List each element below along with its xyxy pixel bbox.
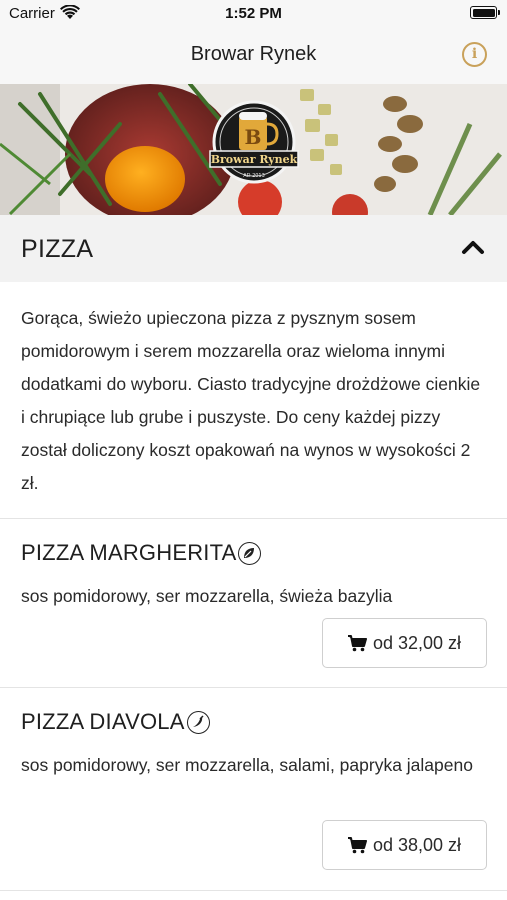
navigation-bar: Browar Rynek i bbox=[0, 26, 507, 84]
vegetarian-leaf-icon bbox=[238, 541, 262, 565]
item-description: sos pomidorowy, ser mozzarella, salami, … bbox=[21, 755, 473, 775]
divider bbox=[0, 890, 507, 891]
cart-icon bbox=[347, 634, 367, 651]
price-label: od 38,00 zł bbox=[372, 834, 462, 855]
price-label: od 32,00 zł bbox=[372, 632, 462, 653]
item-description: sos pomidorowy, ser mozzarella, świeża b… bbox=[21, 586, 393, 606]
status-time: 1:52 PM bbox=[225, 5, 282, 22]
battery-icon bbox=[470, 6, 500, 19]
page-title: Browar Rynek bbox=[190, 43, 317, 65]
item-name: PIZZA MARGHERITA bbox=[21, 540, 237, 565]
chevron-up-icon[interactable] bbox=[461, 239, 485, 260]
cart-icon bbox=[347, 836, 367, 853]
category-description: Gorąca, świeżo upieczona pizza z pysznym… bbox=[21, 308, 481, 493]
banner-food-image: B Browar Rynek AD 2013 bbox=[0, 84, 507, 215]
svg-text:B: B bbox=[245, 125, 262, 149]
item-name: PIZZA DIAVOLA bbox=[21, 709, 185, 734]
restaurant-banner: B Browar Rynek AD 2013 bbox=[0, 84, 507, 215]
svg-text:Browar Rynek: Browar Rynek bbox=[211, 153, 298, 166]
spicy-chili-icon bbox=[186, 710, 210, 734]
divider bbox=[0, 518, 507, 519]
status-bar: Carrier 1:52 PM bbox=[0, 0, 507, 26]
svg-text:AD 2013: AD 2013 bbox=[243, 173, 265, 179]
divider bbox=[0, 687, 507, 688]
info-icon[interactable]: i bbox=[462, 42, 487, 67]
category-header[interactable]: PIZZA bbox=[0, 215, 507, 282]
category-title: PIZZA bbox=[21, 235, 94, 263]
add-to-cart-button[interactable]: od 32,00 zł bbox=[322, 618, 487, 668]
add-to-cart-button[interactable]: od 38,00 zł bbox=[322, 820, 487, 870]
